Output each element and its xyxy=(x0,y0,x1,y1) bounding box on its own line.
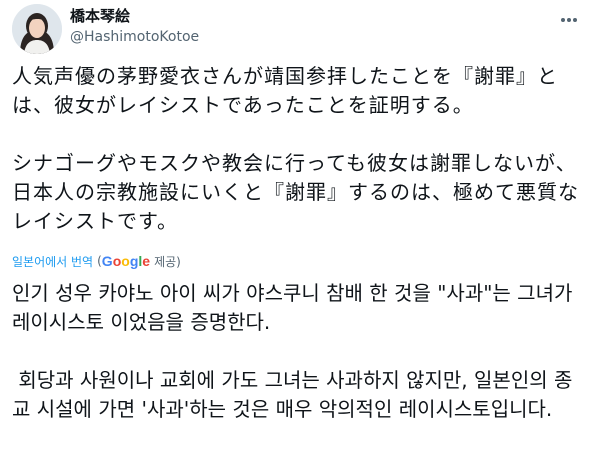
google-attribution: ( Google 제공) xyxy=(97,253,181,270)
translated-from-link[interactable]: 일본어에서 번역 xyxy=(12,253,93,270)
author-handle[interactable]: @HashimotoKotoe xyxy=(70,27,199,47)
tweet-translated-text: 인기 성우 카야노 아이 씨가 야스쿠니 참배 한 것을 "사과"는 그녀가 레… xyxy=(12,281,573,421)
profile-photo-avatar xyxy=(12,4,62,54)
google-logo: Google xyxy=(102,253,150,269)
tweet: 橋本琴絵 @HashimotoKotoe 人気声優の茅野愛衣さんが靖国参拝したこ… xyxy=(0,0,590,458)
google-logo-letter: o xyxy=(121,253,130,269)
google-logo-letter: e xyxy=(142,253,151,269)
avatar[interactable] xyxy=(12,4,62,54)
google-logo-letter: o xyxy=(112,253,122,269)
more-options-icon xyxy=(561,18,577,22)
author-name[interactable]: 橋本琴絵 xyxy=(70,6,130,26)
google-logo-letter: G xyxy=(101,253,113,269)
translation-attribution: 일본어에서 번역 ( Google 제공) xyxy=(12,251,181,271)
more-options-button[interactable] xyxy=(558,10,580,30)
provider-suffix: 제공) xyxy=(154,254,181,269)
tweet-original-text: 人気声優の茅野愛衣さんが靖国参拝したことを『謝罪』とは、彼女がレイシストであった… xyxy=(12,64,579,233)
